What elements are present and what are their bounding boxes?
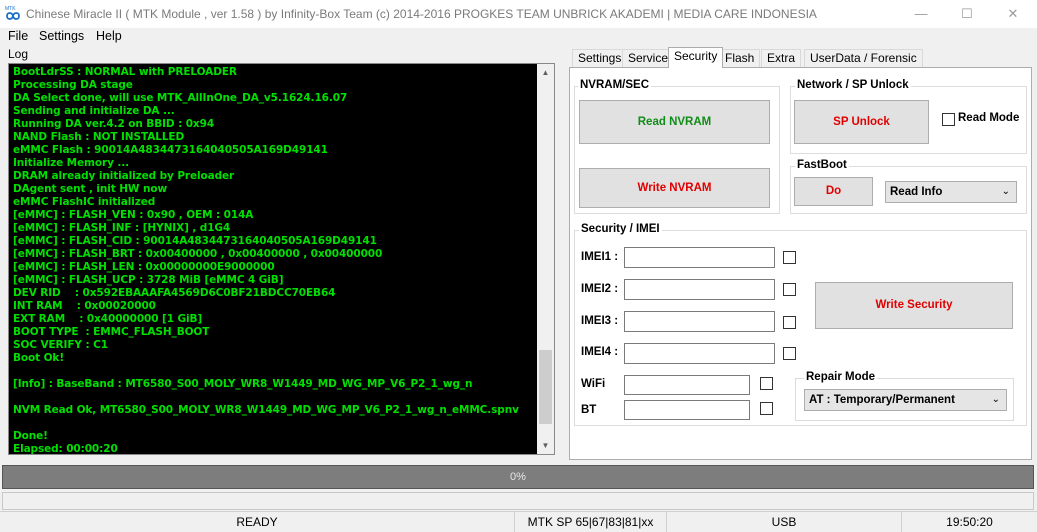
window-title: Chinese Miracle II ( MTK Module , ver 1.…: [26, 7, 817, 21]
status-device: MTK SP 65|67|83|81|xx: [515, 512, 667, 532]
log-line: DAgent sent , init HW now: [13, 183, 168, 195]
imei1-input[interactable]: [624, 247, 775, 268]
progress-text: 0%: [510, 471, 526, 483]
repair-mode-title: Repair Mode: [804, 371, 878, 383]
log-line: [Info] : BaseBand : MT6580_S00_MOLY_WR8_…: [13, 378, 473, 390]
log-line: BOOT TYPE : EMMC_FLASH_BOOT: [13, 326, 210, 338]
status-time: 19:50:20: [946, 515, 993, 529]
imei-group-title: Security / IMEI: [579, 223, 662, 235]
tab-extra[interactable]: Extra: [761, 49, 802, 67]
maximize-button[interactable]: ☐: [944, 0, 990, 28]
wifi-input[interactable]: [624, 375, 750, 395]
read-mode-label: Read Mode: [958, 112, 1020, 124]
repair-mode-select[interactable]: AT : Temporary/Permanent ⌄: [804, 389, 1007, 411]
title-bar: MTK Chinese Miracle II ( MTK Module , ve…: [0, 0, 1037, 28]
tab-security[interactable]: Security: [668, 47, 724, 68]
imei4-checkbox[interactable]: [783, 347, 796, 360]
log-line: eMMC Flash : 90014A4834473164040505A169D…: [13, 144, 328, 156]
read-mode-checkbox[interactable]: [942, 113, 955, 126]
log-line: [eMMC] : FLASH_INF : [HYNIX] , d1G4: [13, 222, 231, 234]
imei2-input[interactable]: [624, 279, 775, 300]
log-label: Log: [8, 47, 29, 61]
log-line: EXT RAM : 0x40000000 [1 GiB]: [13, 313, 203, 325]
scroll-down-icon[interactable]: ▼: [537, 437, 554, 454]
log-line: DA Select done, will use MTK_AllInOne_DA…: [13, 92, 348, 104]
log-line: Initialize Memory ...: [13, 157, 130, 169]
log-line: NVM Read Ok, MT6580_S00_MOLY_WR8_W1449_M…: [13, 404, 519, 416]
log-line: [eMMC] : FLASH_VEN : 0x90 , OEM : 014A: [13, 209, 254, 221]
log-line: [eMMC] : FLASH_BRT : 0x00400000 , 0x0040…: [13, 248, 383, 260]
status-bar: READY MTK SP 65|67|83|81|xx USB 19:50:20: [0, 511, 1037, 532]
write-security-button[interactable]: Write Security: [815, 282, 1013, 329]
menu-bar: File Settings Help: [0, 28, 1037, 46]
sp-unlock-button[interactable]: SP Unlock: [794, 100, 929, 144]
read-nvram-button[interactable]: Read NVRAM: [579, 100, 770, 144]
network-group-title: Network / SP Unlock: [795, 79, 911, 91]
svg-text:MTK: MTK: [5, 6, 16, 12]
log-line: BootLdrSS : NORMAL with PRELOADER: [13, 66, 237, 78]
imei2-checkbox[interactable]: [783, 283, 796, 296]
menu-settings[interactable]: Settings: [39, 29, 84, 43]
bt-label: BT: [581, 404, 597, 416]
log-console[interactable]: BootLdrSS : NORMAL with PRELOADER Process…: [8, 63, 555, 455]
imei3-checkbox[interactable]: [783, 316, 796, 329]
log-line: SOC VERIFY : C1: [13, 339, 108, 351]
tab-userdata-forensic[interactable]: UserData / Forensic: [804, 49, 923, 67]
status-port: USB: [667, 512, 902, 532]
log-line: DEV RID : 0x592EBAAAFA4569D6C0BF21BDCC70…: [13, 287, 336, 299]
wifi-label: WiFi: [581, 378, 606, 390]
log-line: Running DA ver.4.2 on BBID : 0x94: [13, 118, 215, 130]
scroll-up-icon[interactable]: ▲: [537, 64, 554, 81]
menu-file[interactable]: File: [8, 29, 28, 43]
imei3-label: IMEI3 :: [581, 315, 619, 327]
log-line: [eMMC] : FLASH_UCP : 3728 MiB [eMMC 4 Gi…: [13, 274, 284, 286]
log-line: eMMC FlashIC initialized: [13, 196, 156, 208]
repair-mode-value: AT : Temporary/Permanent: [809, 394, 955, 406]
log-line: Boot Ok!: [13, 352, 65, 364]
scrollbar-thumb[interactable]: [539, 350, 552, 424]
log-line: [eMMC] : FLASH_CID : 90014A4834473164040…: [13, 235, 377, 247]
log-line: NAND Flash : NOT INSTALLED: [13, 131, 185, 143]
nvram-group-title: NVRAM/SEC: [578, 79, 652, 91]
bt-checkbox[interactable]: [760, 402, 773, 415]
fastboot-option-value: Read Info: [890, 186, 943, 198]
log-line: Sending and initialize DA ...: [13, 105, 175, 117]
minimize-button[interactable]: —: [898, 0, 944, 28]
fastboot-group-title: FastBoot: [795, 159, 849, 171]
secondary-bar: [2, 492, 1034, 510]
imei4-input[interactable]: [624, 343, 775, 364]
log-line: INT RAM : 0x00020000: [13, 300, 156, 312]
log-lines: BootLdrSS : NORMAL with PRELOADER Process…: [13, 66, 533, 455]
imei1-label: IMEI1 :: [581, 251, 619, 263]
menu-help[interactable]: Help: [96, 29, 122, 43]
security-panel: NVRAM/SEC Read NVRAM Write NVRAM Network…: [569, 67, 1032, 460]
close-button[interactable]: ✕: [990, 0, 1036, 28]
imei1-checkbox[interactable]: [783, 251, 796, 264]
chevron-down-icon: ⌄: [991, 394, 1000, 405]
log-line: Done!: [13, 430, 48, 442]
log-line: Elapsed: 00:00:20: [13, 443, 118, 455]
fastboot-do-button[interactable]: Do: [794, 177, 873, 206]
imei3-input[interactable]: [624, 311, 775, 332]
imei4-label: IMEI4 :: [581, 346, 619, 358]
log-scrollbar[interactable]: ▲ ▼: [537, 64, 554, 454]
log-line: [eMMC] : FLASH_LEN : 0x00000000E9000000: [13, 261, 275, 273]
status-state: READY: [0, 512, 515, 532]
progress-bar: 0%: [2, 465, 1034, 489]
bt-input[interactable]: [624, 400, 750, 420]
tab-service[interactable]: Service: [622, 49, 675, 67]
chevron-down-icon: ⌄: [1001, 186, 1010, 197]
imei2-label: IMEI2 :: [581, 283, 619, 295]
infinity-logo-icon: MTK: [5, 6, 20, 20]
tab-settings[interactable]: Settings: [572, 49, 628, 67]
log-line: Processing DA stage: [13, 79, 133, 91]
tab-flash[interactable]: Flash: [719, 49, 761, 67]
log-line: DRAM already initialized by Preloader: [13, 170, 235, 182]
write-nvram-button[interactable]: Write NVRAM: [579, 168, 770, 208]
fastboot-option-select[interactable]: Read Info ⌄: [885, 181, 1017, 203]
wifi-checkbox[interactable]: [760, 377, 773, 390]
